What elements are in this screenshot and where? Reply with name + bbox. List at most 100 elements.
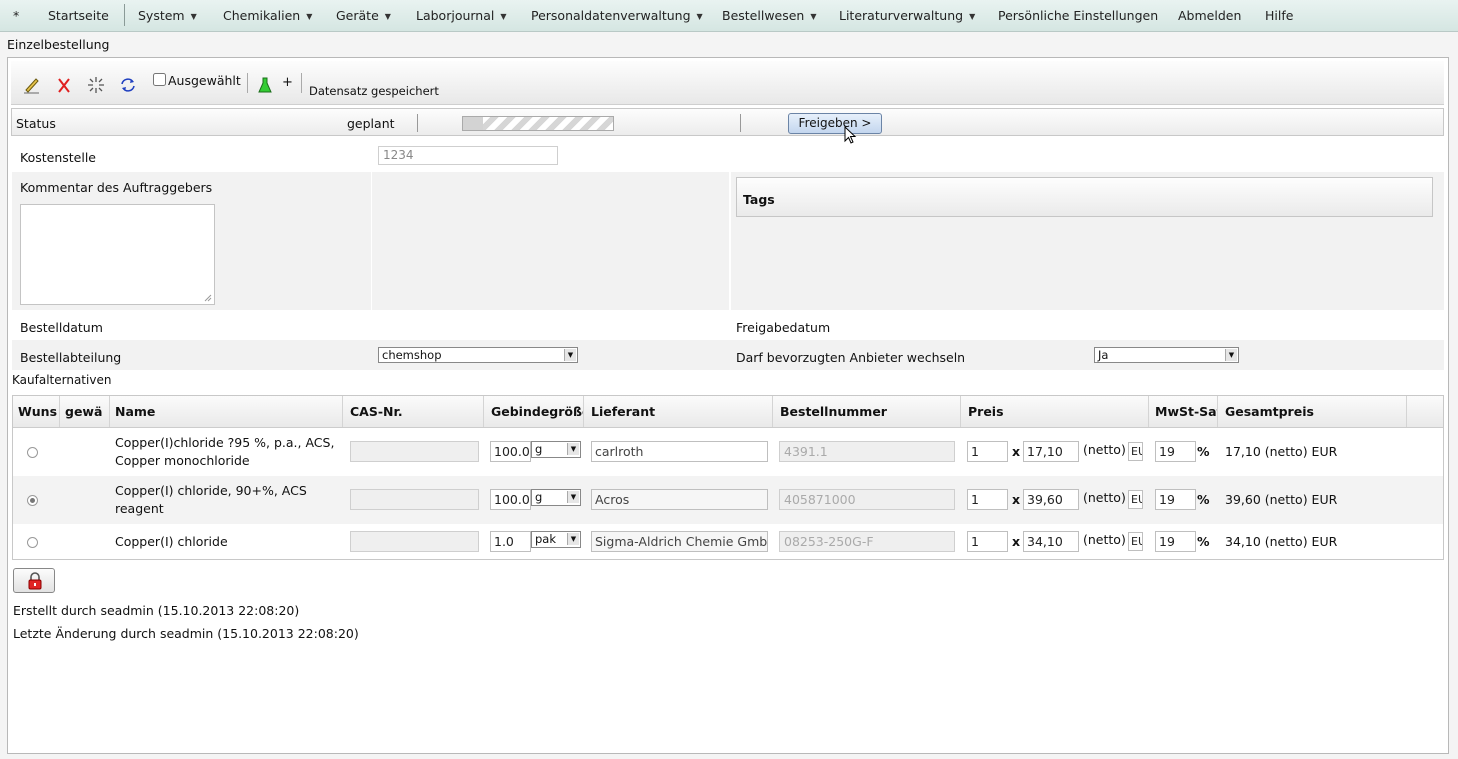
- col-header-gesamtpreis[interactable]: Gesamtpreis: [1218, 396, 1407, 427]
- cas-input[interactable]: [350, 489, 479, 510]
- menu-item-bestellwesen[interactable]: Bestellwesen ▼: [722, 0, 817, 31]
- amount-input[interactable]: 1.0: [490, 531, 531, 552]
- menu-item-geraete[interactable]: Geräte ▼: [336, 0, 391, 31]
- status-progress-bar: [462, 116, 614, 131]
- flask-icon[interactable]: [255, 75, 275, 95]
- delete-icon[interactable]: [54, 75, 74, 95]
- price-input[interactable]: 34,10: [1023, 531, 1079, 552]
- menu-separator: [124, 4, 125, 26]
- supplier-input[interactable]: Acros: [591, 489, 768, 510]
- amount-input[interactable]: 100.0: [490, 489, 531, 510]
- vat-input[interactable]: 19: [1155, 441, 1196, 462]
- chevron-down-icon: ▼: [306, 12, 313, 21]
- edit-icon[interactable]: [22, 75, 42, 95]
- order-number-input[interactable]: 4391.1: [779, 441, 955, 462]
- order-number-input[interactable]: 08253-250G-F: [779, 531, 955, 552]
- table-row: Copper(I)chloride ?95 %, p.a., ACS, Copp…: [13, 428, 1443, 476]
- unit-select[interactable]: g ▼: [531, 489, 581, 506]
- menu-item-system[interactable]: System ▼: [138, 0, 197, 31]
- modified-info: Letzte Änderung durch seadmin (15.10.201…: [13, 626, 359, 641]
- menu-item-laborjournal[interactable]: Laborjournal ▼: [416, 0, 507, 31]
- percent-sign: %: [1197, 492, 1210, 507]
- col-header-bestellnummer[interactable]: Bestellnummer: [773, 396, 961, 427]
- chevron-down-icon: ▼: [384, 12, 391, 21]
- toolbar-separator: [247, 73, 248, 93]
- menu-item-startseite[interactable]: Startseite: [48, 0, 109, 31]
- unit-select[interactable]: pak ▼: [531, 531, 581, 548]
- comment-textarea[interactable]: [20, 204, 215, 305]
- quantity-input[interactable]: 1: [967, 531, 1008, 552]
- alternatives-title: Kaufalternativen: [12, 373, 112, 387]
- col-header-wunsch[interactable]: Wuns: [13, 396, 60, 427]
- selected-checkbox-box[interactable]: [153, 73, 166, 86]
- quantity-input[interactable]: 1: [967, 441, 1008, 462]
- supplier-input[interactable]: carlroth: [591, 441, 768, 462]
- toolbar: Ausgewählt + Datensatz gespeichert: [11, 61, 1444, 105]
- preferred-radio[interactable]: [27, 495, 38, 506]
- cas-input[interactable]: [350, 441, 479, 462]
- table-row: Copper(I) chloride, 90+%, ACS reagent 10…: [13, 476, 1443, 524]
- cost-center-input[interactable]: 1234: [378, 146, 558, 165]
- main-panel: Ausgewählt + Datensatz gespeichert Statu…: [7, 57, 1449, 754]
- order-number-input[interactable]: 405871000: [779, 489, 955, 510]
- vat-input[interactable]: 19: [1155, 531, 1196, 552]
- order-date-row: Bestelldatum Freigabedatum: [12, 310, 1444, 340]
- menu-item-persoenliche-einstellungen[interactable]: Persönliche Einstellungen: [998, 0, 1158, 31]
- progress-fill: [463, 117, 483, 130]
- selected-checkbox[interactable]: Ausgewählt: [153, 73, 241, 88]
- menu-item-personaldatenverwaltung[interactable]: Personaldatenverwaltung ▼: [531, 0, 703, 31]
- menu-item-chemikalien[interactable]: Chemikalien ▼: [223, 0, 312, 31]
- netto-label: (netto): [1083, 532, 1126, 547]
- menu-item-hilfe[interactable]: Hilfe: [1265, 0, 1293, 31]
- switch-vendor-select[interactable]: Ja ▼: [1094, 347, 1239, 363]
- currency-select[interactable]: EU: [1128, 532, 1143, 551]
- price-input[interactable]: 17,10: [1023, 441, 1079, 462]
- release-date-label: Freigabedatum: [736, 320, 831, 335]
- chevron-down-icon: ▼: [567, 533, 579, 545]
- preferred-radio[interactable]: [27, 537, 38, 548]
- amount-input[interactable]: 100.0: [490, 441, 531, 462]
- toolbar-separator: [301, 73, 302, 93]
- quantity-input[interactable]: 1: [967, 489, 1008, 510]
- col-header-name[interactable]: Name: [110, 396, 343, 427]
- menu-item-star[interactable]: *: [13, 0, 19, 31]
- supplier-input[interactable]: Sigma-Aldrich Chemie GmbH: [591, 531, 768, 552]
- col-header-gewaehlt[interactable]: gewä: [60, 396, 110, 427]
- menu-item-literaturverwaltung[interactable]: Literaturverwaltung ▼: [839, 0, 975, 31]
- vat-input[interactable]: 19: [1155, 489, 1196, 510]
- tags-title: Tags: [743, 192, 775, 207]
- currency-select[interactable]: EU: [1128, 442, 1143, 461]
- unit-value: pak: [535, 532, 557, 546]
- status-row: Status geplant Freigeben >: [11, 108, 1444, 144]
- add-button[interactable]: +: [282, 75, 293, 90]
- cas-input[interactable]: [350, 531, 479, 552]
- status-value: geplant: [347, 116, 395, 131]
- price-input[interactable]: 39,60: [1023, 489, 1079, 510]
- switch-vendor-label: Darf bevorzugten Anbieter wechseln: [736, 350, 966, 365]
- col-header-gebindegroesse[interactable]: Gebindegröße: [484, 396, 584, 427]
- new-icon[interactable]: [86, 75, 106, 95]
- col-header-lieferant[interactable]: Lieferant: [584, 396, 773, 427]
- table-row: Copper(I) chloride 1.0 pak ▼ Sigma-Aldric…: [13, 524, 1443, 559]
- menu-item-abmelden[interactable]: Abmelden: [1178, 0, 1241, 31]
- tags-panel: Tags: [736, 177, 1433, 217]
- product-name: Copper(I) chloride, 90+%, ACS reagent: [115, 483, 307, 516]
- department-label: Bestellabteilung: [20, 350, 122, 365]
- col-header-preis[interactable]: Preis: [961, 396, 1149, 427]
- alternatives-header: Wuns gewä Name CAS-Nr. Gebindegröße Lief…: [13, 396, 1443, 428]
- alternatives-table: Wuns gewä Name CAS-Nr. Gebindegröße Lief…: [12, 395, 1444, 560]
- col-header-cas[interactable]: CAS-Nr.: [343, 396, 484, 427]
- percent-sign: %: [1197, 534, 1210, 549]
- preferred-radio[interactable]: [27, 447, 38, 458]
- chevron-down-icon: ▼: [969, 12, 976, 21]
- product-name: Copper(I)chloride ?95 %, p.a., ACS, Copp…: [115, 435, 335, 468]
- release-button[interactable]: Freigeben >: [788, 113, 882, 134]
- chevron-down-icon: ▼: [567, 443, 579, 455]
- department-select[interactable]: chemshop ▼: [378, 347, 578, 363]
- currency-select[interactable]: EU: [1128, 490, 1143, 509]
- col-header-mwst[interactable]: MwSt-Sat: [1149, 396, 1218, 427]
- lock-button[interactable]: [13, 568, 55, 593]
- resize-grip-icon[interactable]: [204, 294, 212, 302]
- refresh-icon[interactable]: [118, 75, 138, 95]
- unit-select[interactable]: g ▼: [531, 441, 581, 458]
